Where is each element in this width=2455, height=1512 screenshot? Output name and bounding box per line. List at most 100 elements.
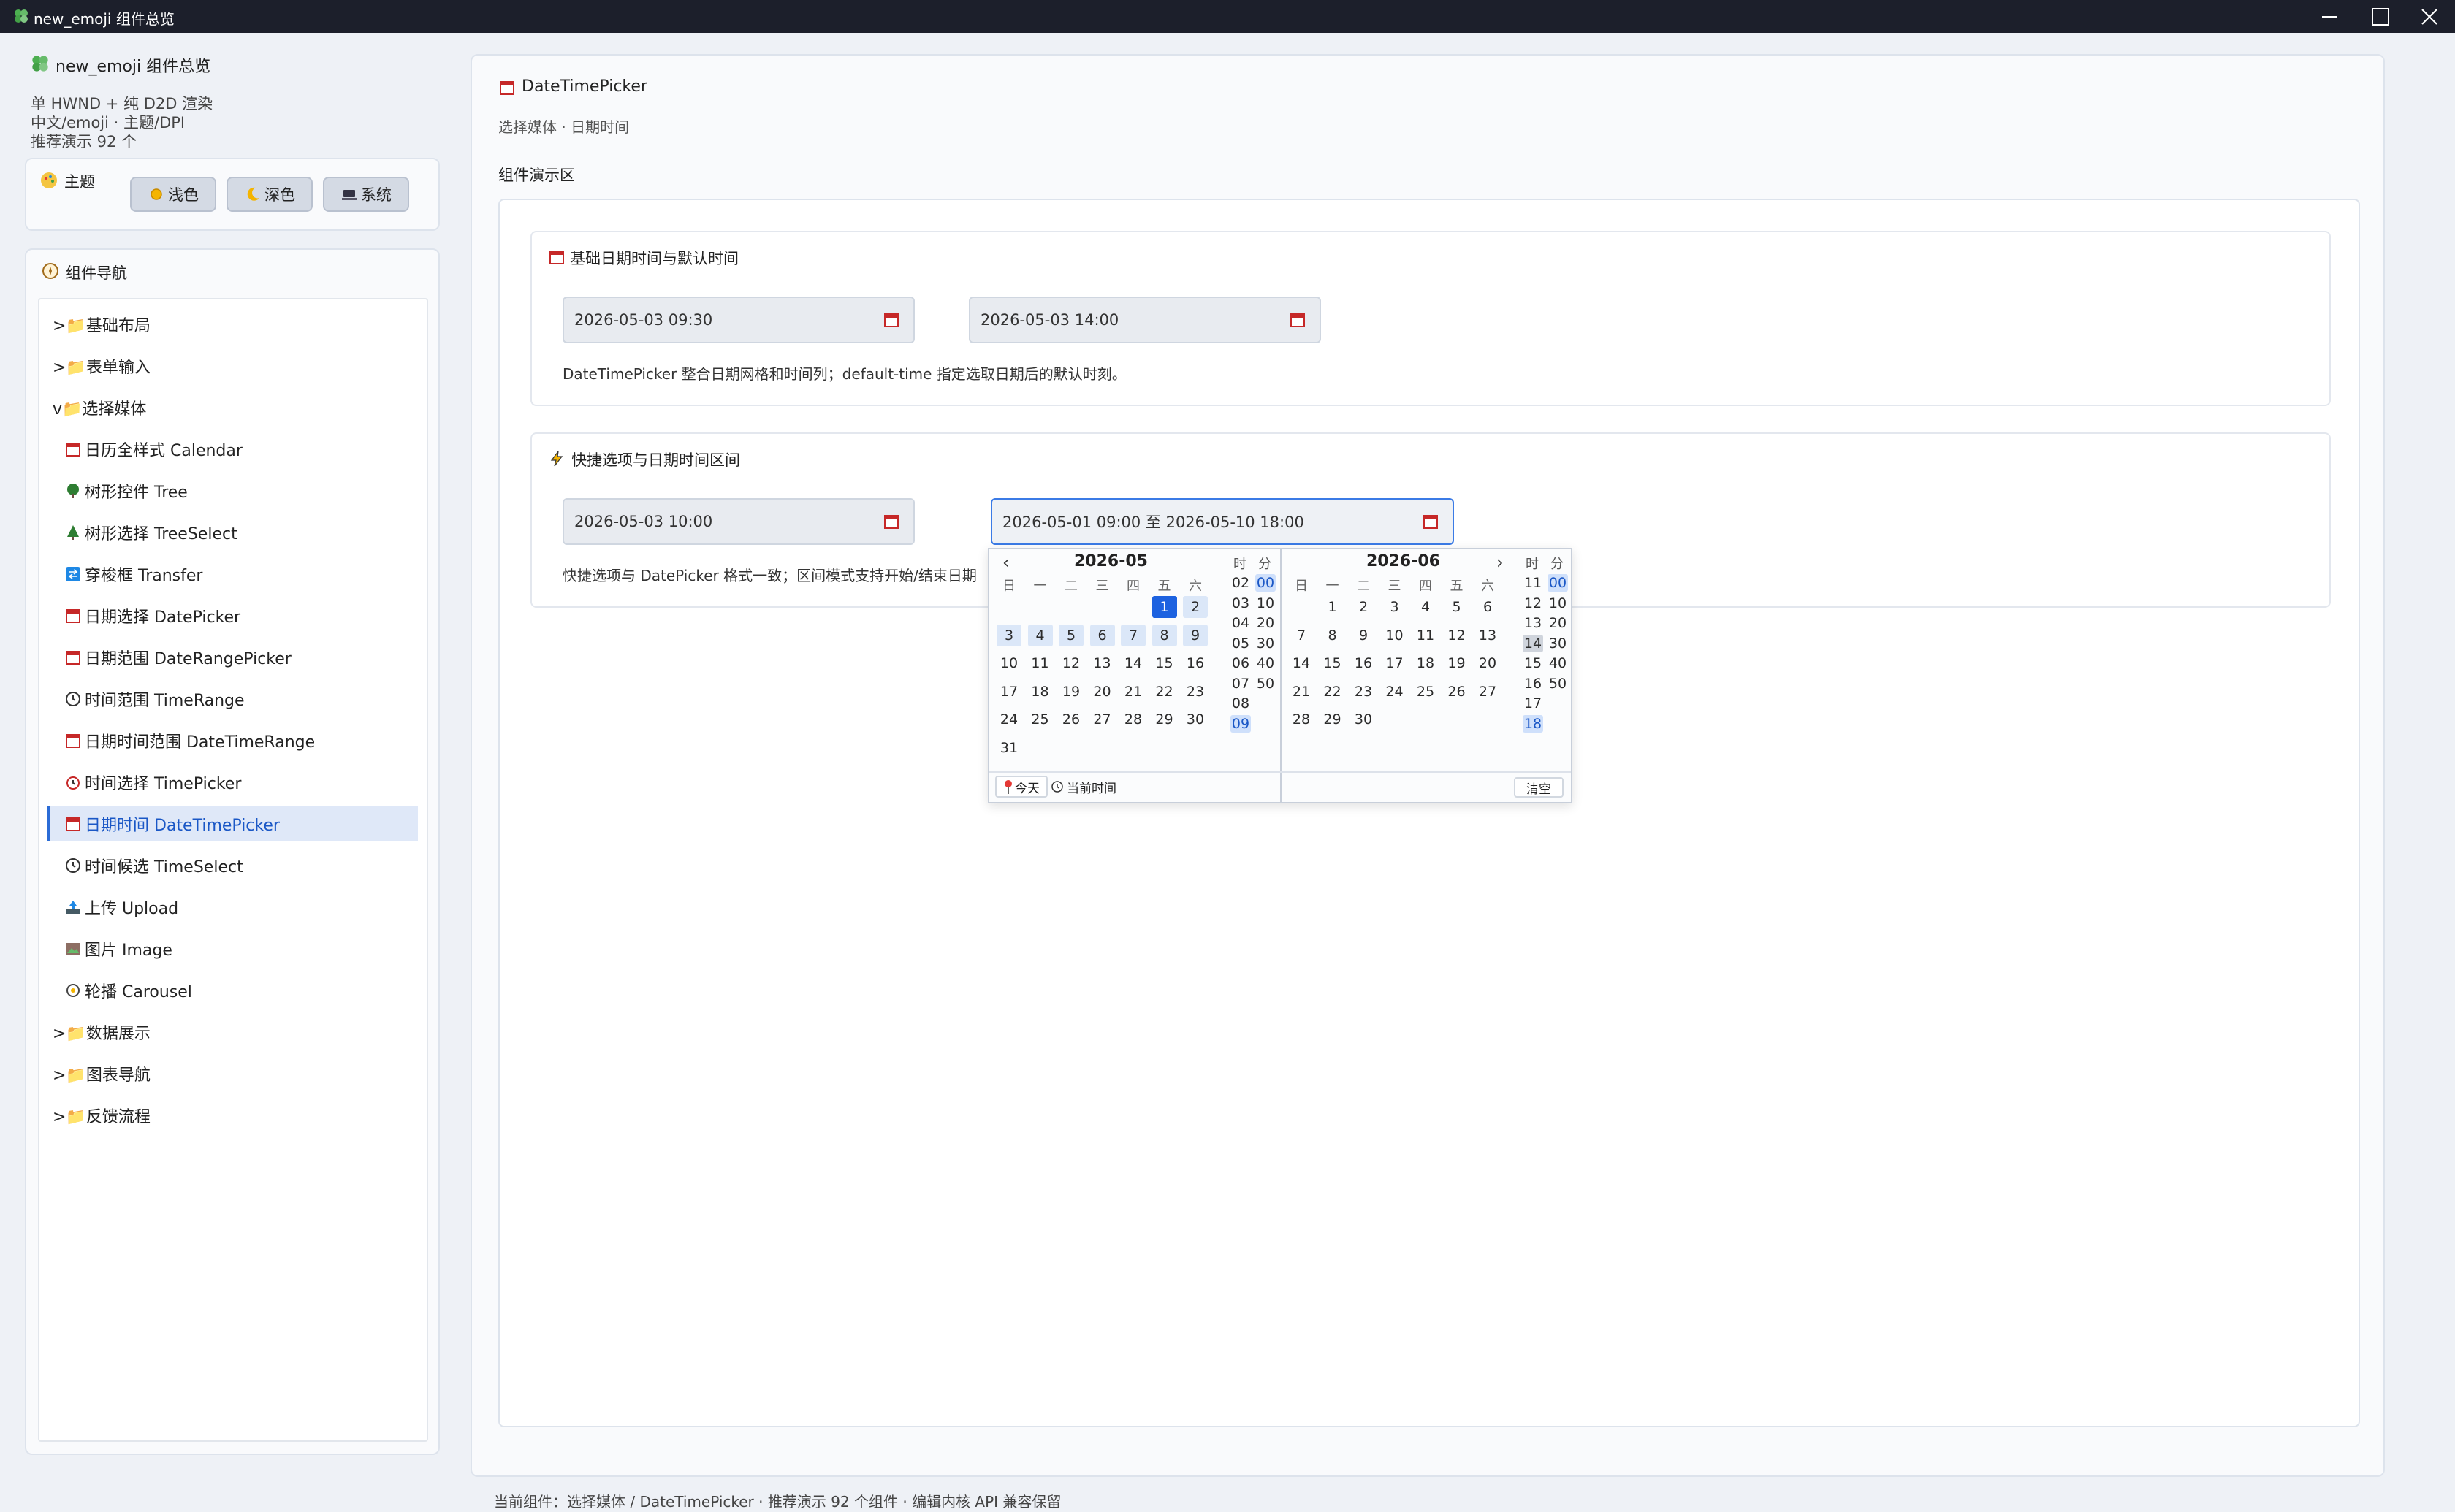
minute-option[interactable]: 50 xyxy=(1255,675,1276,692)
hour-option[interactable]: 06 xyxy=(1230,654,1251,672)
calendar-day[interactable]: 30 xyxy=(1351,709,1376,730)
nav-item-timeselect[interactable]: 时间候选 TimeSelect xyxy=(64,848,430,883)
calendar-day[interactable]: 1 xyxy=(1152,596,1177,618)
calendar-day[interactable]: 15 xyxy=(1152,652,1177,674)
calendar-day[interactable]: 6 xyxy=(1089,624,1115,646)
minute-option[interactable]: 10 xyxy=(1255,595,1276,612)
nav-group-selection-media[interactable]: v📁选择媒体 xyxy=(53,390,425,425)
datetime-range-input[interactable]: 2026-05-01 09:00 至 2026-05-10 18:00 xyxy=(991,498,1454,545)
theme-light-button[interactable]: 浅色 xyxy=(130,177,216,212)
calendar-day[interactable]: 12 xyxy=(1059,652,1084,674)
hour-option[interactable]: 12 xyxy=(1523,595,1543,612)
nav-item-carousel[interactable]: 轮播 Carousel xyxy=(64,973,430,1008)
calendar-day[interactable]: 26 xyxy=(1445,681,1469,703)
datetime-input[interactable]: 2026-05-03 14:00 xyxy=(969,297,1321,343)
calendar-day[interactable]: 31 xyxy=(997,737,1021,759)
minute-option[interactable]: 40 xyxy=(1548,654,1568,672)
nav-item-treeselect[interactable]: 树形选择 TreeSelect xyxy=(64,515,430,550)
calendar-day[interactable]: 16 xyxy=(1183,652,1208,674)
calendar-day[interactable]: 13 xyxy=(1090,652,1115,674)
minute-option[interactable]: 20 xyxy=(1255,614,1276,632)
calendar-day[interactable]: 21 xyxy=(1289,681,1314,703)
calendar-day[interactable]: 10 xyxy=(1382,625,1407,646)
theme-system-button[interactable]: 系统 xyxy=(323,177,409,212)
nav-item-datetimepicker[interactable]: 日期时间 DateTimePicker xyxy=(47,806,418,841)
calendar-day[interactable]: 15 xyxy=(1320,652,1345,674)
calendar-day[interactable]: 3 xyxy=(997,624,1021,646)
prev-month-button[interactable]: ‹ xyxy=(1002,552,1010,573)
nav-item-image[interactable]: 图片 Image xyxy=(64,931,430,966)
minute-option[interactable]: 20 xyxy=(1548,614,1568,632)
hour-option[interactable]: 04 xyxy=(1230,614,1251,632)
calendar-day[interactable]: 4 xyxy=(1027,624,1053,646)
calendar-day[interactable]: 27 xyxy=(1475,681,1500,703)
hour-option[interactable]: 15 xyxy=(1523,654,1543,672)
today-button[interactable]: 今天 xyxy=(995,776,1048,798)
calendar-day[interactable]: 24 xyxy=(997,709,1021,730)
calendar-day[interactable]: 26 xyxy=(1059,709,1084,730)
calendar-day[interactable]: 17 xyxy=(1382,652,1407,674)
hour-option[interactable]: 18 xyxy=(1523,714,1543,733)
minute-option[interactable]: 30 xyxy=(1548,635,1568,652)
hour-option[interactable]: 17 xyxy=(1523,695,1543,712)
hour-option[interactable]: 09 xyxy=(1230,714,1251,733)
minute-option[interactable]: 00 xyxy=(1548,574,1568,592)
calendar-day[interactable]: 16 xyxy=(1351,652,1376,674)
nav-group-data[interactable]: >📁数据展示 xyxy=(53,1015,425,1050)
calendar-day[interactable]: 25 xyxy=(1413,681,1438,703)
hour-option[interactable]: 14 xyxy=(1523,634,1543,652)
calendar-day[interactable]: 11 xyxy=(1413,625,1438,646)
calendar-day[interactable]: 19 xyxy=(1445,652,1469,674)
calendar-day[interactable]: 18 xyxy=(1028,681,1053,703)
minute-option[interactable]: 40 xyxy=(1255,654,1276,672)
hour-option[interactable]: 07 xyxy=(1230,675,1251,692)
hour-option[interactable]: 05 xyxy=(1230,635,1251,652)
hour-option[interactable]: 02 xyxy=(1230,574,1251,592)
minute-option[interactable]: 50 xyxy=(1548,675,1568,692)
calendar-day[interactable]: 4 xyxy=(1413,596,1438,618)
calendar-day[interactable]: 18 xyxy=(1413,652,1438,674)
calendar-day[interactable]: 29 xyxy=(1320,709,1345,730)
calendar-day[interactable]: 2 xyxy=(1351,596,1376,618)
hour-option[interactable]: 11 xyxy=(1523,574,1543,592)
calendar-day[interactable]: 27 xyxy=(1090,709,1115,730)
hour-option[interactable]: 03 xyxy=(1230,595,1251,612)
calendar-day[interactable]: 5 xyxy=(1445,596,1469,618)
nav-group-feedback[interactable]: >📁反馈流程 xyxy=(53,1098,425,1133)
close-button[interactable] xyxy=(2404,0,2455,33)
calendar-day[interactable]: 23 xyxy=(1351,681,1376,703)
nav-item-timepicker[interactable]: 时间选择 TimePicker xyxy=(64,765,430,800)
next-month-button[interactable]: › xyxy=(1496,552,1504,573)
hour-option[interactable]: 13 xyxy=(1523,614,1543,632)
minute-option[interactable]: 00 xyxy=(1255,574,1276,592)
calendar-day[interactable]: 22 xyxy=(1152,681,1177,703)
nav-item-daterangepicker[interactable]: 日期范围 DateRangePicker xyxy=(64,640,430,675)
calendar-day[interactable]: 7 xyxy=(1121,624,1146,646)
calendar-day[interactable]: 7 xyxy=(1289,625,1314,646)
nav-group-form[interactable]: >📁表单输入 xyxy=(53,348,425,383)
calendar-day[interactable]: 23 xyxy=(1183,681,1208,703)
calendar-day[interactable]: 28 xyxy=(1289,709,1314,730)
nav-item-transfer[interactable]: 穿梭框 Transfer xyxy=(64,557,430,592)
hour-option[interactable]: 08 xyxy=(1230,695,1251,712)
calendar-day[interactable]: 9 xyxy=(1351,625,1376,646)
calendar-day[interactable]: 9 xyxy=(1183,624,1208,646)
calendar-day[interactable]: 14 xyxy=(1289,652,1314,674)
calendar-day[interactable]: 17 xyxy=(997,681,1021,703)
calendar-day[interactable]: 12 xyxy=(1445,625,1469,646)
nav-group-layout[interactable]: >📁基础布局 xyxy=(53,307,425,342)
calendar-day[interactable]: 30 xyxy=(1183,709,1208,730)
calendar-day[interactable]: 19 xyxy=(1059,681,1084,703)
calendar-day[interactable]: 20 xyxy=(1090,681,1115,703)
calendar-day[interactable]: 28 xyxy=(1121,709,1146,730)
calendar-day[interactable]: 25 xyxy=(1028,709,1053,730)
calendar-day[interactable]: 6 xyxy=(1475,596,1500,618)
nav-item-calendar[interactable]: 日历全样式 Calendar xyxy=(64,432,430,467)
calendar-day[interactable]: 21 xyxy=(1121,681,1146,703)
calendar-day[interactable]: 11 xyxy=(1028,652,1053,674)
datetime-input[interactable]: 2026-05-03 09:30 xyxy=(563,297,915,343)
now-button[interactable]: 当前时间 xyxy=(1051,776,1133,798)
minute-option[interactable]: 10 xyxy=(1548,595,1568,612)
calendar-day[interactable]: 29 xyxy=(1152,709,1177,730)
calendar-day[interactable]: 3 xyxy=(1382,596,1407,618)
